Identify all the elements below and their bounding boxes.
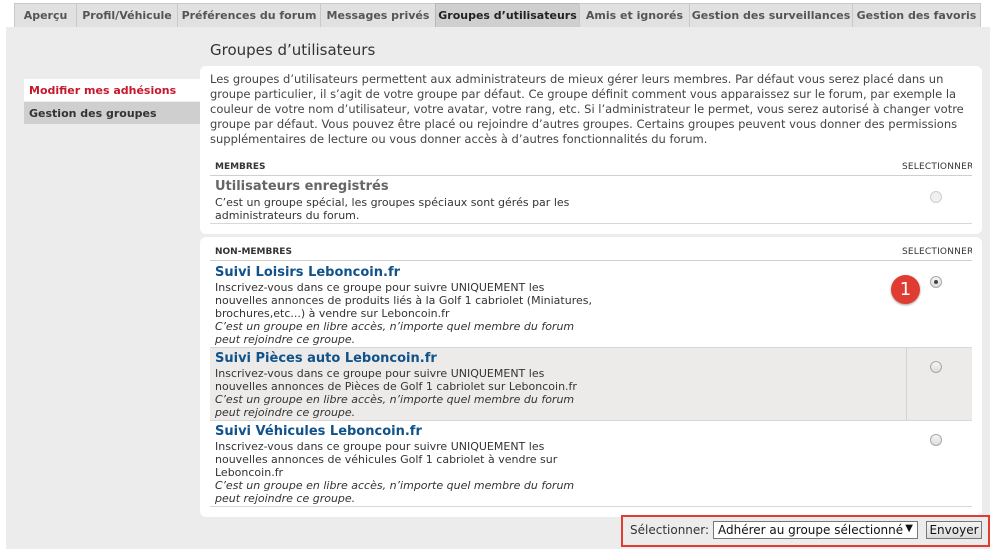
tab-label: Messages privés — [326, 9, 430, 22]
sidebar-item-label: Modifier mes adhésions — [29, 83, 177, 97]
group-radio-disabled — [930, 191, 942, 203]
group-description: Inscrivez-vous dans ce groupe pour suivr… — [215, 367, 577, 393]
tab-amis-ignores[interactable]: Amis et ignorés — [579, 3, 690, 27]
sidebar-item-gestion-groupes[interactable]: Gestion des groupes — [24, 102, 200, 124]
group-access-note: C’est un groupe en libre accès, n’import… — [215, 393, 575, 419]
column-divider — [906, 348, 907, 420]
action-select[interactable]: Adhérer au groupe sélectionné ▼ — [713, 521, 918, 539]
sidebar-item-label: Gestion des groupes — [29, 106, 157, 120]
group-radio-selected[interactable] — [930, 276, 942, 288]
group-name[interactable]: Suivi Véhicules Leboncoin.fr — [215, 424, 422, 439]
tab-preferences-forum[interactable]: Préférences du forum — [177, 3, 321, 27]
group-radio[interactable] — [930, 434, 942, 446]
members-header-label: MEMBRES — [215, 162, 266, 172]
group-row: Suivi Pièces auto Leboncoin.fr Inscrivez… — [210, 348, 972, 421]
group-name[interactable]: Suivi Pièces auto Leboncoin.fr — [215, 351, 437, 366]
intro-text: Les groupes d’utilisateurs permettent au… — [210, 72, 964, 146]
action-select-value: Adhérer au groupe sélectionné — [718, 523, 904, 537]
group-access-note: C’est un groupe en libre accès, n’import… — [215, 320, 575, 346]
tab-groupes-utilisateurs[interactable]: Groupes d’utilisateurs — [435, 3, 580, 27]
group-row: Suivi Véhicules Leboncoin.fr Inscrivez-v… — [210, 421, 972, 507]
non-members-select-header: SÉLECTIONNER — [902, 247, 972, 257]
page-title: Groupes d’utilisateurs — [210, 41, 376, 59]
group-row: Utilisateurs enregistrés C’est un groupe… — [210, 176, 972, 224]
tab-label: Profil/Véhicule — [82, 9, 172, 22]
tab-bar: Aperçu Profil/Véhicule Préférences du fo… — [0, 0, 996, 27]
tab-label: Amis et ignorés — [585, 9, 684, 22]
tab-messages-prives[interactable]: Messages privés — [320, 3, 436, 27]
submit-button[interactable]: Envoyer — [926, 521, 982, 539]
tab-profil-vehicule[interactable]: Profil/Véhicule — [76, 3, 178, 27]
action-select-label: Sélectionner: — [630, 523, 710, 537]
tab-gestion-surveillances[interactable]: Gestion des surveillances — [689, 3, 853, 27]
sidebar-item-modifier-adhesions[interactable]: Modifier mes adhésions — [24, 79, 200, 101]
group-description: Inscrivez-vous dans ce groupe pour suivr… — [215, 440, 558, 479]
tab-label: Gestion des favoris — [856, 9, 977, 22]
members-select-header: SÉLECTIONNER — [902, 162, 972, 172]
group-radio[interactable] — [930, 361, 942, 373]
tab-label: Gestion des surveillances — [691, 9, 851, 22]
group-access-note: C’est un groupe en libre accès, n’import… — [215, 479, 575, 505]
group-description: Inscrivez-vous dans ce groupe pour suivr… — [215, 281, 592, 320]
tab-apercu[interactable]: Aperçu — [14, 3, 77, 27]
annotation-badge: 1 — [891, 275, 920, 304]
members-header: MEMBRES SÉLECTIONNER — [210, 158, 972, 176]
non-members-header: NON-MEMBRES SÉLECTIONNER — [210, 243, 972, 261]
tab-label: Groupes d’utilisateurs — [438, 9, 577, 22]
non-members-header-label: NON-MEMBRES — [215, 247, 292, 257]
group-name[interactable]: Suivi Loisirs Leboncoin.fr — [215, 265, 400, 280]
group-name: Utilisateurs enregistrés — [215, 179, 389, 194]
tab-label: Aperçu — [23, 9, 68, 22]
tab-gestion-favoris[interactable]: Gestion des favoris — [852, 3, 981, 27]
tab-label: Préférences du forum — [181, 9, 317, 22]
group-row: Suivi Loisirs Leboncoin.fr Inscrivez-vou… — [210, 261, 972, 348]
chevron-down-icon: ▼ — [905, 523, 913, 534]
group-description: C’est un groupe spécial, les groupes spé… — [215, 196, 570, 222]
